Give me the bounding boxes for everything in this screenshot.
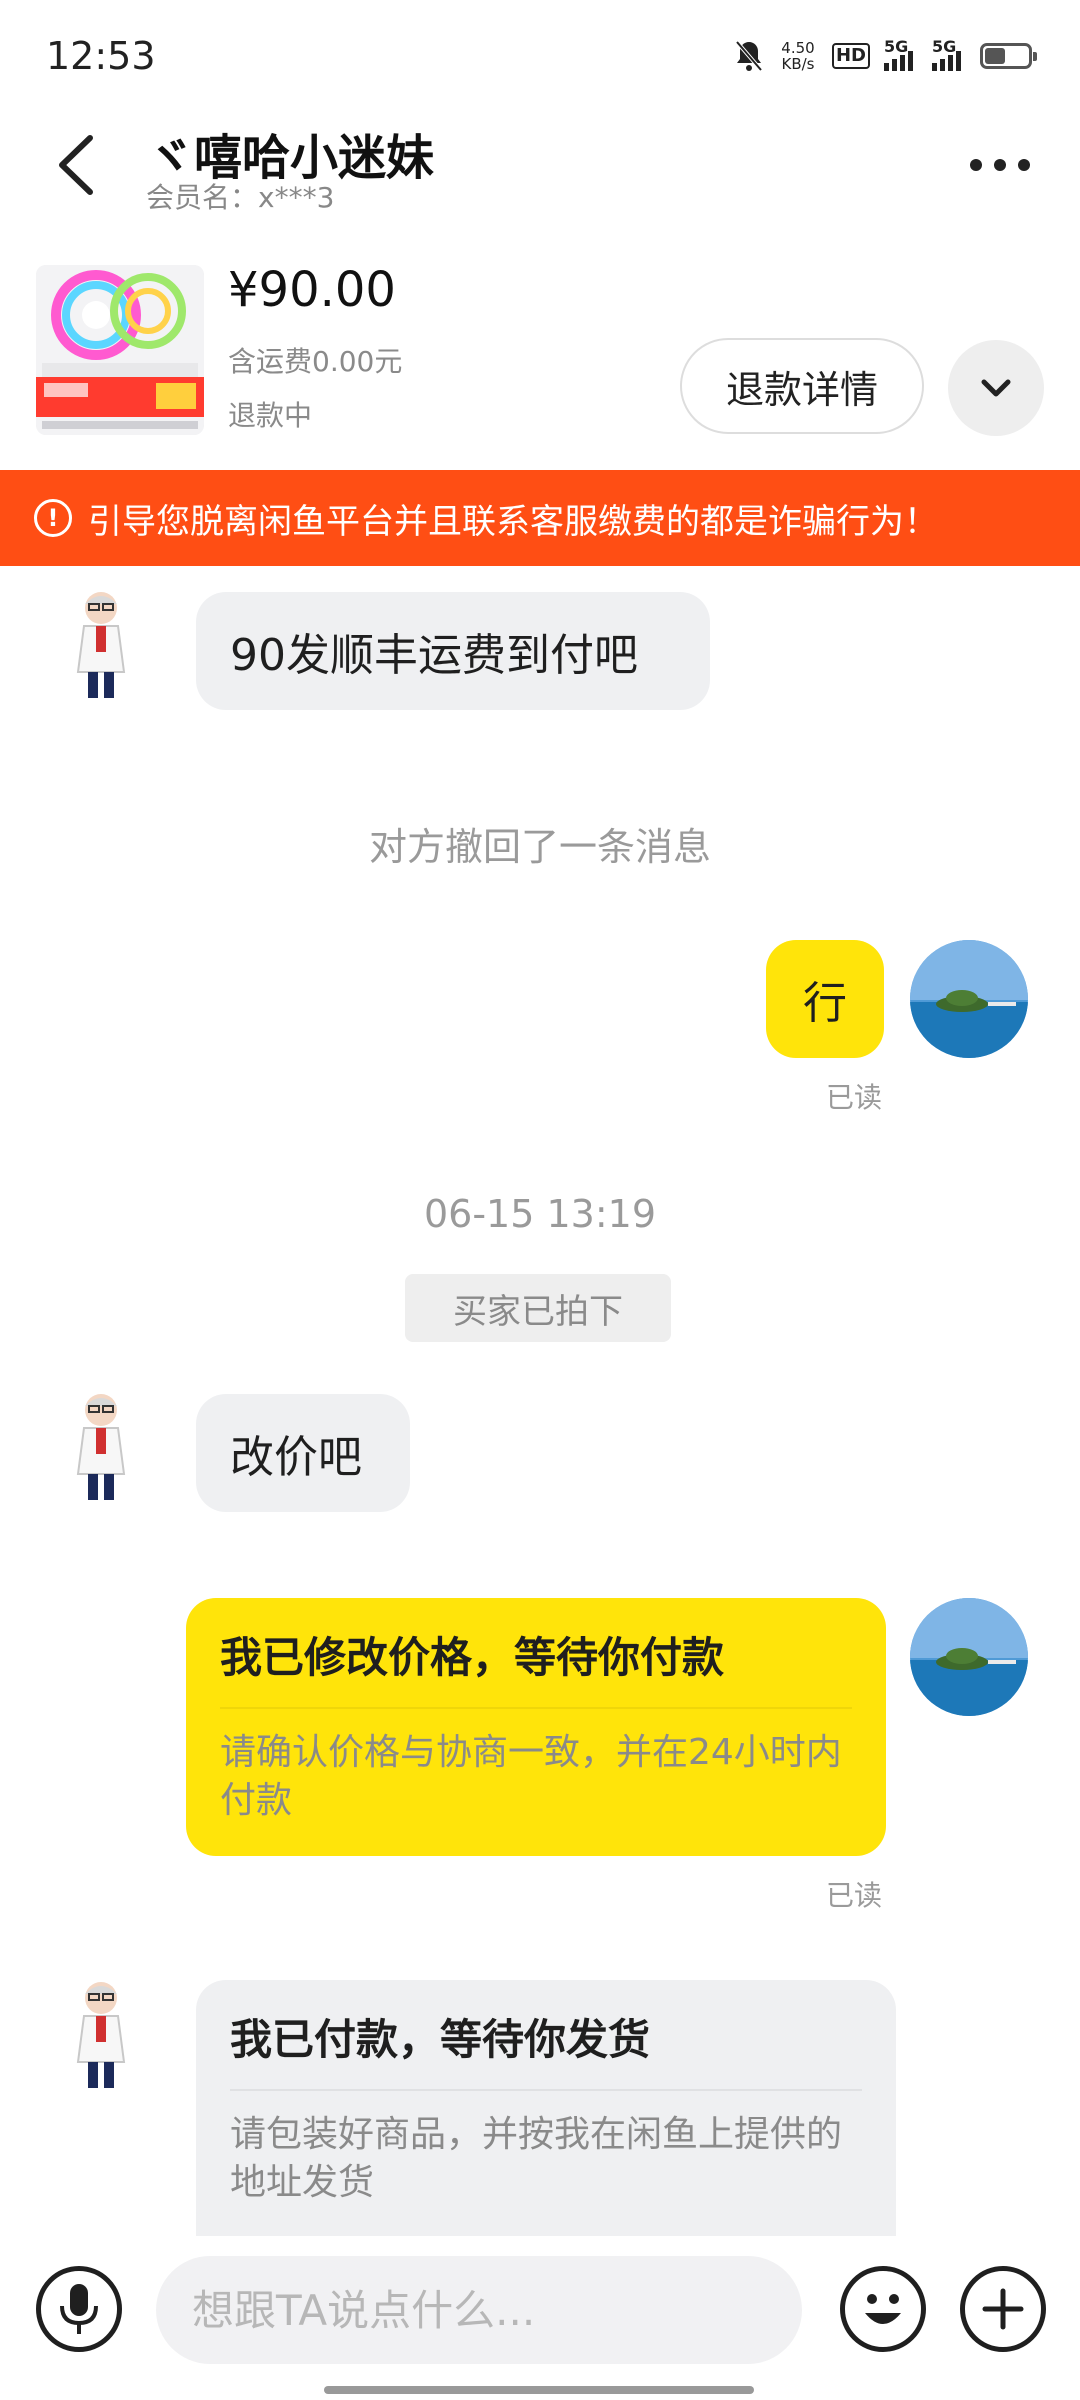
avatar[interactable] xyxy=(46,1976,156,2096)
refund-status: 退款中 xyxy=(228,399,313,432)
status-time: 12:53 xyxy=(46,34,156,78)
old-man-avatar-icon xyxy=(76,1982,126,2088)
refund-details-button[interactable]: 退款详情 xyxy=(680,338,924,434)
message-timestamp: 06-15 13:19 xyxy=(423,1192,656,1236)
card-body: 请包装好商品，并按我在闲鱼上提供的地址发货 xyxy=(230,2114,843,2203)
product-image[interactable] xyxy=(36,265,204,435)
warning-text: 引导您脱离闲鱼平台并且联系客服缴费的都是诈骗行为！ xyxy=(88,501,938,542)
chevron-left-icon xyxy=(59,135,93,195)
order-event-badge: 买家已拍下 xyxy=(405,1274,671,1342)
battery-icon xyxy=(980,43,1037,69)
message-bubble-incoming[interactable]: 改价吧 xyxy=(196,1394,410,1512)
message-input[interactable] xyxy=(156,2256,802,2364)
back-button[interactable] xyxy=(48,130,108,200)
old-man-avatar-icon xyxy=(76,1394,126,1500)
input-bar xyxy=(0,2236,1080,2400)
plus-icon xyxy=(982,2288,1024,2330)
bell-muted-icon xyxy=(735,40,763,72)
island-avatar-icon xyxy=(910,940,1028,1058)
voice-button[interactable] xyxy=(36,2266,122,2352)
network-speed: 4.50 KB/s xyxy=(778,40,818,72)
microphone-icon xyxy=(60,2284,98,2334)
more-dots-icon xyxy=(970,159,1030,171)
signal-label: 5G xyxy=(884,37,909,56)
member-name: 会员名：x***3 xyxy=(146,181,335,214)
signal-label: 5G xyxy=(932,37,957,56)
message-bubble-outgoing[interactable]: 行 xyxy=(766,940,884,1058)
island-avatar-icon xyxy=(910,1598,1028,1716)
network-speed-unit: KB/s xyxy=(781,55,815,73)
card-body: 请确认价格与协商一致，并在24小时内付款 xyxy=(220,1732,842,1821)
status-bar: 12:53 4.50 KB/s HD 5G 5G xyxy=(0,0,1080,110)
card-title: 我已付款，等待你发货 xyxy=(230,2006,862,2091)
avatar[interactable] xyxy=(46,586,156,706)
exclamation-circle-icon: ! xyxy=(34,499,72,537)
signal-icon: 5G xyxy=(884,37,918,71)
fraud-warning-banner: ! 引导您脱离闲鱼平台并且联系客服缴费的都是诈骗行为！ xyxy=(0,470,1080,566)
smiley-icon xyxy=(865,2294,901,2324)
read-status: 已读 xyxy=(826,1879,883,1912)
message-text: 改价吧 xyxy=(230,1432,362,1483)
message-text: 90发顺丰运费到付吧 xyxy=(230,630,638,681)
network-speed-value: 4.50 xyxy=(781,39,815,57)
expand-button[interactable] xyxy=(948,340,1044,436)
message-text: 行 xyxy=(803,978,847,1029)
payment-made-card[interactable]: 我已付款，等待你发货 请包装好商品，并按我在闲鱼上提供的地址发货 xyxy=(196,1980,896,2236)
chevron-down-icon xyxy=(981,379,1011,397)
status-icons: 4.50 KB/s HD 5G 5G xyxy=(734,36,1037,76)
signal-icon: 5G xyxy=(932,37,966,71)
avatar[interactable] xyxy=(910,940,1028,1058)
avatar[interactable] xyxy=(46,1388,156,1508)
product-price: ¥90.00 xyxy=(228,262,396,318)
card-title: 我已修改价格，等待你付款 xyxy=(220,1624,852,1709)
price-changed-card[interactable]: 我已修改价格，等待你付款 请确认价格与协商一致，并在24小时内付款 xyxy=(186,1598,886,1856)
read-status: 已读 xyxy=(826,1081,883,1114)
more-button[interactable] xyxy=(960,135,1040,195)
recalled-notice: 对方撤回了一条消息 xyxy=(368,825,711,869)
shipping-fee: 含运费0.00元 xyxy=(228,345,403,378)
avatar[interactable] xyxy=(910,1598,1028,1716)
more-actions-button[interactable] xyxy=(960,2266,1046,2352)
old-man-avatar-icon xyxy=(76,592,126,698)
home-indicator[interactable] xyxy=(324,2386,754,2394)
hd-icon: HD xyxy=(831,43,870,69)
emoji-button[interactable] xyxy=(840,2266,926,2352)
message-bubble-incoming[interactable]: 90发顺丰运费到付吧 xyxy=(196,592,710,710)
product-thumbnail-graphic xyxy=(36,265,204,435)
